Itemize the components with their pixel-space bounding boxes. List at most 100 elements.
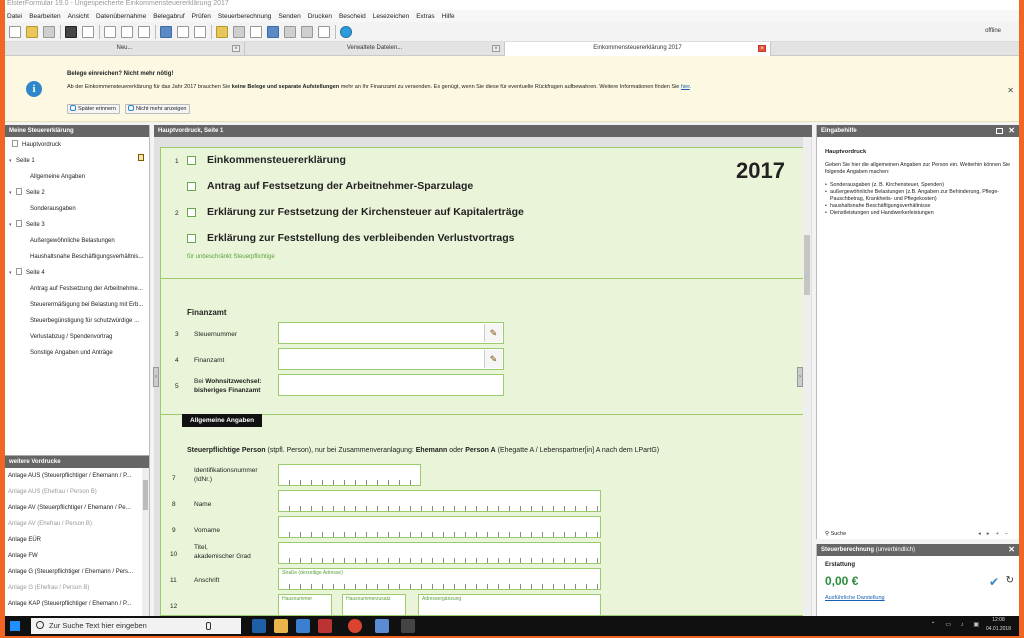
close-icon[interactable]: ✕ — [1008, 544, 1015, 556]
copy-icon[interactable] — [121, 25, 133, 38]
app-icon[interactable] — [375, 619, 389, 633]
save-icon[interactable] — [65, 25, 77, 38]
elster-icon[interactable] — [401, 619, 415, 633]
open-recent-icon[interactable] — [43, 25, 55, 38]
list-item[interactable]: Anlage AUS (Steuerpflichtiger / Ehemann … — [5, 468, 142, 484]
first-name-input[interactable] — [278, 516, 601, 538]
print-preview-icon[interactable] — [284, 25, 296, 38]
tree-item[interactable]: Sonstige Angaben und Anträge — [5, 345, 149, 361]
paste-icon[interactable] — [138, 25, 150, 38]
export-icon[interactable] — [318, 25, 330, 38]
tree-item[interactable]: Allgemeine Angaben — [5, 169, 149, 185]
microphone-icon[interactable] — [206, 622, 211, 630]
tab-new[interactable]: Neu... × — [5, 42, 245, 56]
close-icon[interactable]: ✕ — [1008, 125, 1015, 137]
list-item[interactable]: Anlage KAP (Steuerpflichtiger / Ehemann … — [5, 596, 142, 612]
list-item[interactable]: Anlage AV (Steuerpflichtiger / Ehemann /… — [5, 500, 142, 516]
menu-item-hilfe[interactable]: Hilfe — [442, 13, 455, 20]
help-search[interactable]: Suche — [831, 531, 847, 537]
tree-item[interactable]: Hauptvordruck — [5, 137, 149, 153]
close-icon[interactable]: × — [492, 45, 500, 52]
chrome-icon[interactable] — [348, 619, 362, 633]
document-icon[interactable] — [250, 25, 262, 38]
refresh-icon[interactable]: ↻ — [1006, 575, 1014, 586]
tree-item[interactable]: Antrag auf Festsetzung der Arbeitnehme..… — [5, 281, 149, 297]
list-item[interactable]: Anlage FW — [5, 548, 142, 564]
menu-item-extras[interactable]: Extras — [416, 13, 434, 20]
new-file-icon[interactable] — [9, 25, 21, 38]
checkbox-savings-allowance[interactable] — [187, 182, 196, 191]
menu-item-bescheid[interactable]: Bescheid — [339, 13, 366, 20]
store-icon[interactable] — [296, 619, 310, 633]
mail-icon[interactable] — [318, 619, 332, 633]
list-item[interactable]: Anlage EÜR — [5, 532, 142, 548]
menu-item-bearbeiten[interactable]: Bearbeiten — [29, 13, 60, 20]
tree-item[interactable]: Außergewöhnliche Belastungen — [5, 233, 149, 249]
idnr-input[interactable] — [278, 464, 421, 486]
menu-item-lesezeichen[interactable]: Lesezeichen — [373, 13, 410, 20]
clock[interactable]: 12:08 04.01.2018 — [986, 616, 1011, 634]
menu-item-belegabruf[interactable]: Belegabruf — [153, 13, 184, 20]
cut-icon[interactable] — [104, 25, 116, 38]
list-item[interactable]: Anlage G (Ehefrau / Person B) — [5, 580, 142, 596]
calculator-icon[interactable] — [233, 25, 245, 38]
update-icon[interactable] — [340, 25, 352, 38]
file-explorer-icon[interactable] — [274, 619, 288, 633]
tax-number-input[interactable]: ✎ — [278, 322, 504, 344]
checkbox-church-tax[interactable] — [187, 208, 196, 217]
edge-icon[interactable] — [252, 619, 266, 633]
last-name-input[interactable] — [278, 490, 601, 512]
tree-item[interactable]: ▾ Seite 3 — [5, 217, 149, 233]
chevron-down-icon[interactable]: ▾ — [9, 153, 16, 169]
scrollbar[interactable] — [803, 137, 811, 616]
send-icon[interactable] — [267, 25, 279, 38]
tree-item[interactable]: ▾ Seite 2 — [5, 185, 149, 201]
open-folder-icon[interactable] — [26, 25, 38, 38]
close-icon[interactable]: × — [758, 45, 766, 52]
scrollbar[interactable] — [142, 468, 149, 616]
tree-item[interactable]: Steuerermäßigung bei Belastung mit Erb..… — [5, 297, 149, 313]
edit-pencil-icon[interactable]: ✎ — [484, 350, 502, 368]
edit-pencil-icon[interactable]: ✎ — [484, 324, 502, 342]
tab-income-tax-return[interactable]: Einkommensteuererklärung 2017 × — [505, 42, 771, 56]
chevron-down-icon[interactable]: ▾ — [9, 265, 16, 281]
remind-later-button[interactable]: Später erinnern — [67, 104, 120, 114]
check-icon[interactable] — [216, 25, 228, 38]
menu-item-ansicht[interactable]: Ansicht — [68, 13, 89, 20]
info-link[interactable]: hier — [681, 84, 690, 90]
form-view-icon[interactable] — [160, 25, 172, 38]
system-tray-icons[interactable]: ⌃ ▭ ♪ ▣ — [931, 621, 983, 628]
collapse-left-icon[interactable]: ‹ — [153, 367, 159, 387]
zoom-icon[interactable] — [194, 25, 206, 38]
tree-item[interactable]: Haushaltsnahe Beschäftigungsverhältnis..… — [5, 249, 149, 265]
help-nav[interactable]: ◂▸+− — [978, 529, 1014, 539]
checkbox-loss-carryforward[interactable] — [187, 234, 196, 243]
list-item[interactable]: Anlage G (Steuerpflichtiger / Ehemann / … — [5, 564, 142, 580]
minimize-icon[interactable] — [996, 128, 1003, 134]
close-icon[interactable]: ✕ — [1007, 86, 1014, 95]
menu-item-steuerberechnung[interactable]: Steuerberechnung — [218, 13, 272, 20]
street-input[interactable]: Straße (derzeitige Adresse) — [278, 568, 601, 590]
house-number-input[interactable]: Hausnummer — [278, 594, 332, 615]
list-item[interactable]: Anlage AV (Ehefrau / Person B) — [5, 516, 142, 532]
tree-item[interactable]: Verlustabzug / Spendenvortrag — [5, 329, 149, 345]
calendar-icon[interactable] — [82, 25, 94, 38]
tree-item[interactable]: Sonderausgaben — [5, 201, 149, 217]
menu-item-prüfen[interactable]: Prüfen — [192, 13, 211, 20]
chevron-down-icon[interactable]: ▾ — [9, 217, 16, 233]
menu-item-datei[interactable]: Datei — [7, 13, 22, 20]
checkbox-income-tax-return[interactable] — [187, 156, 196, 165]
menu-item-drucken[interactable]: Drucken — [308, 13, 332, 20]
tree-item[interactable]: ▾ Seite 1 — [5, 153, 149, 169]
previous-tax-office-input[interactable] — [278, 374, 504, 396]
windows-start-icon[interactable] — [10, 621, 20, 631]
menu-item-datenübernahme[interactable]: Datenübernahme — [96, 13, 146, 20]
dont-show-again-button[interactable]: Nicht mehr anzeigen — [125, 104, 191, 114]
tree-item[interactable]: ▾ Seite 4 — [5, 265, 149, 281]
menu-item-senden[interactable]: Senden — [278, 13, 300, 20]
print-icon[interactable] — [301, 25, 313, 38]
collapse-right-icon[interactable]: › — [797, 367, 803, 387]
tree-item[interactable]: Steuerbegünstigung für schutzwürdige ... — [5, 313, 149, 329]
close-icon[interactable]: × — [232, 45, 240, 52]
chevron-down-icon[interactable]: ▾ — [9, 185, 16, 201]
